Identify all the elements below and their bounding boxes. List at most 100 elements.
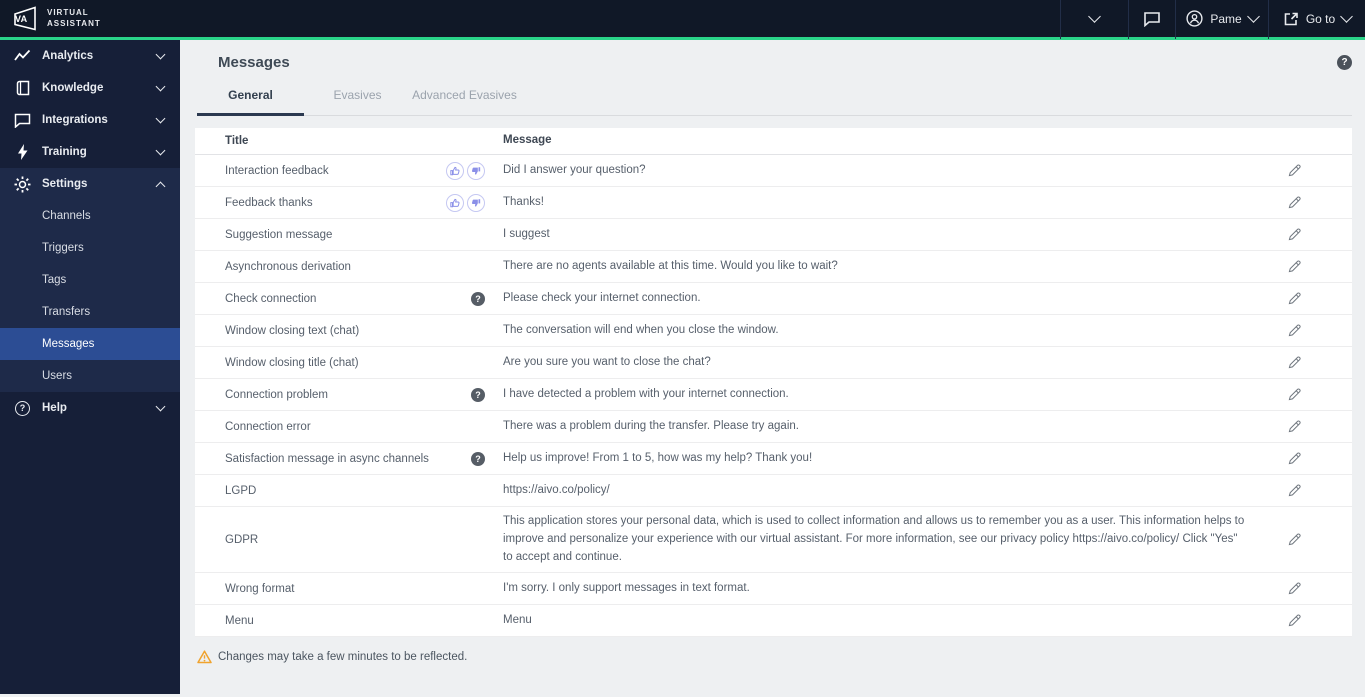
row-title: LGPD — [225, 484, 257, 497]
edit-button[interactable] — [1286, 258, 1303, 275]
row-message: Menu — [503, 614, 532, 627]
book-icon — [14, 80, 31, 97]
chevron-down-icon — [1088, 10, 1101, 23]
topbar-dropdown-button[interactable] — [1060, 0, 1128, 39]
tab-evasives[interactable]: Evasives — [304, 79, 411, 116]
table-row: LGPD https://aivo.co/policy/ — [195, 475, 1352, 507]
table-row: Connection problem? I have detected a pro… — [195, 379, 1352, 411]
sidebar-item-help[interactable]: ? Help — [0, 392, 180, 424]
chevron-down-icon — [155, 113, 166, 123]
edit-button[interactable] — [1286, 162, 1303, 179]
table-row: GDPR This application stores your persona… — [195, 507, 1352, 574]
footer-note: Changes may take a few minutes to be ref… — [197, 650, 1352, 664]
table-row: Wrong format I'm sorry. I only support me… — [195, 573, 1352, 606]
chevron-down-icon — [155, 145, 166, 155]
page-title: Messages — [218, 54, 290, 71]
lightning-icon — [14, 144, 31, 161]
row-title: Connection error — [225, 420, 311, 433]
user-menu[interactable]: Pame — [1175, 0, 1268, 39]
page-help-icon[interactable]: ? — [1337, 55, 1352, 70]
sidebar-item-transfers[interactable]: Transfers — [0, 296, 180, 328]
sidebar-item-messages[interactable]: Messages — [0, 328, 180, 360]
topbar-chat-button[interactable] — [1128, 0, 1175, 39]
sidebar-item-training[interactable]: Training — [0, 136, 180, 168]
edit-button[interactable] — [1286, 322, 1303, 339]
chevron-down-icon — [155, 401, 166, 411]
main-content: Messages ? General Evasives Advanced Eva… — [180, 40, 1365, 694]
thumbs-up-icon[interactable] — [446, 161, 464, 180]
thumbs-down-icon[interactable] — [467, 161, 485, 180]
topbar: VA VIRTUAL ASSISTANT Pame Go to — [0, 0, 1365, 40]
thumbs-down-icon[interactable] — [467, 193, 485, 212]
edit-button[interactable] — [1286, 290, 1303, 307]
chevron-down-icon — [1246, 10, 1260, 23]
row-message: Thanks! — [503, 195, 544, 208]
sidebar-item-analytics[interactable]: Analytics — [0, 40, 180, 72]
row-title: Check connection — [225, 292, 317, 305]
row-title: Connection problem — [225, 388, 328, 401]
messages-table: Title Message Interaction feedback Did I … — [195, 128, 1352, 638]
external-link-icon — [1284, 12, 1298, 25]
row-title: Window closing text (chat) — [225, 324, 360, 337]
goto-menu[interactable]: Go to — [1268, 0, 1365, 39]
analytics-icon — [14, 48, 31, 65]
row-message: Did I answer your question? — [503, 163, 646, 176]
edit-button[interactable] — [1286, 194, 1303, 211]
gear-icon — [14, 176, 31, 193]
row-help-icon[interactable]: ? — [471, 291, 485, 306]
column-message: Message — [503, 134, 552, 147]
edit-button[interactable] — [1286, 612, 1303, 629]
row-help-icon[interactable]: ? — [471, 451, 485, 466]
row-message: I suggest — [503, 227, 550, 240]
sidebar-item-tags[interactable]: Tags — [0, 264, 180, 296]
sidebar-item-integrations[interactable]: Integrations — [0, 104, 180, 136]
sidebar-item-settings[interactable]: Settings — [0, 168, 180, 200]
tab-general[interactable]: General — [197, 79, 304, 116]
edit-button[interactable] — [1286, 580, 1303, 597]
row-title: Feedback thanks — [225, 196, 313, 209]
row-title: Menu — [225, 614, 254, 627]
logo-text: VIRTUAL ASSISTANT — [47, 7, 101, 28]
row-message: Help us improve! From 1 to 5, how was my… — [503, 451, 813, 464]
chevron-down-icon — [155, 81, 166, 91]
table-row: Satisfaction message in async channels? H… — [195, 443, 1352, 475]
sidebar-item-users[interactable]: Users — [0, 360, 180, 392]
user-name: Pame — [1210, 11, 1242, 26]
va-logo-icon: VA — [11, 5, 38, 33]
table-row: Check connection? Please check your inter… — [195, 283, 1352, 315]
goto-label: Go to — [1305, 11, 1336, 26]
row-message: I'm sorry. I only support messages in te… — [503, 582, 750, 595]
chat-icon — [14, 112, 31, 129]
tab-bar: General Evasives Advanced Evasives — [197, 79, 1352, 116]
table-row: Interaction feedback Did I answer your qu… — [195, 155, 1352, 187]
row-message: https://aivo.co/policy/ — [503, 483, 610, 496]
row-message: This application stores your personal da… — [503, 515, 1245, 563]
warning-icon — [197, 650, 212, 664]
row-message: Are you sure you want to close the chat? — [503, 355, 711, 368]
table-row: Suggestion message I suggest — [195, 219, 1352, 251]
edit-button[interactable] — [1286, 386, 1303, 403]
edit-button[interactable] — [1286, 450, 1303, 467]
table-row: Asynchronous derivation There are no agen… — [195, 251, 1352, 283]
tab-advanced-evasives[interactable]: Advanced Evasives — [411, 79, 518, 116]
table-row: Menu Menu — [195, 605, 1352, 638]
sidebar-item-knowledge[interactable]: Knowledge — [0, 72, 180, 104]
row-title: Interaction feedback — [225, 164, 329, 177]
row-message: Please check your internet connection. — [503, 291, 701, 304]
column-title: Title — [225, 135, 249, 147]
row-help-icon[interactable]: ? — [471, 387, 485, 402]
sidebar: Analytics Knowledge Integrations Trainin… — [0, 40, 180, 694]
edit-button[interactable] — [1286, 418, 1303, 435]
thumbs-up-icon[interactable] — [446, 193, 464, 212]
table-header: Title Message — [195, 128, 1352, 155]
edit-button[interactable] — [1286, 531, 1303, 548]
edit-button[interactable] — [1286, 482, 1303, 499]
sidebar-item-triggers[interactable]: Triggers — [0, 232, 180, 264]
chevron-down-icon — [155, 49, 166, 59]
table-row: Feedback thanks Thanks! — [195, 187, 1352, 219]
row-message: There are no agents available at this ti… — [503, 259, 838, 272]
edit-button[interactable] — [1286, 226, 1303, 243]
edit-button[interactable] — [1286, 354, 1303, 371]
row-title: Asynchronous derivation — [225, 260, 351, 273]
sidebar-item-channels[interactable]: Channels — [0, 200, 180, 232]
